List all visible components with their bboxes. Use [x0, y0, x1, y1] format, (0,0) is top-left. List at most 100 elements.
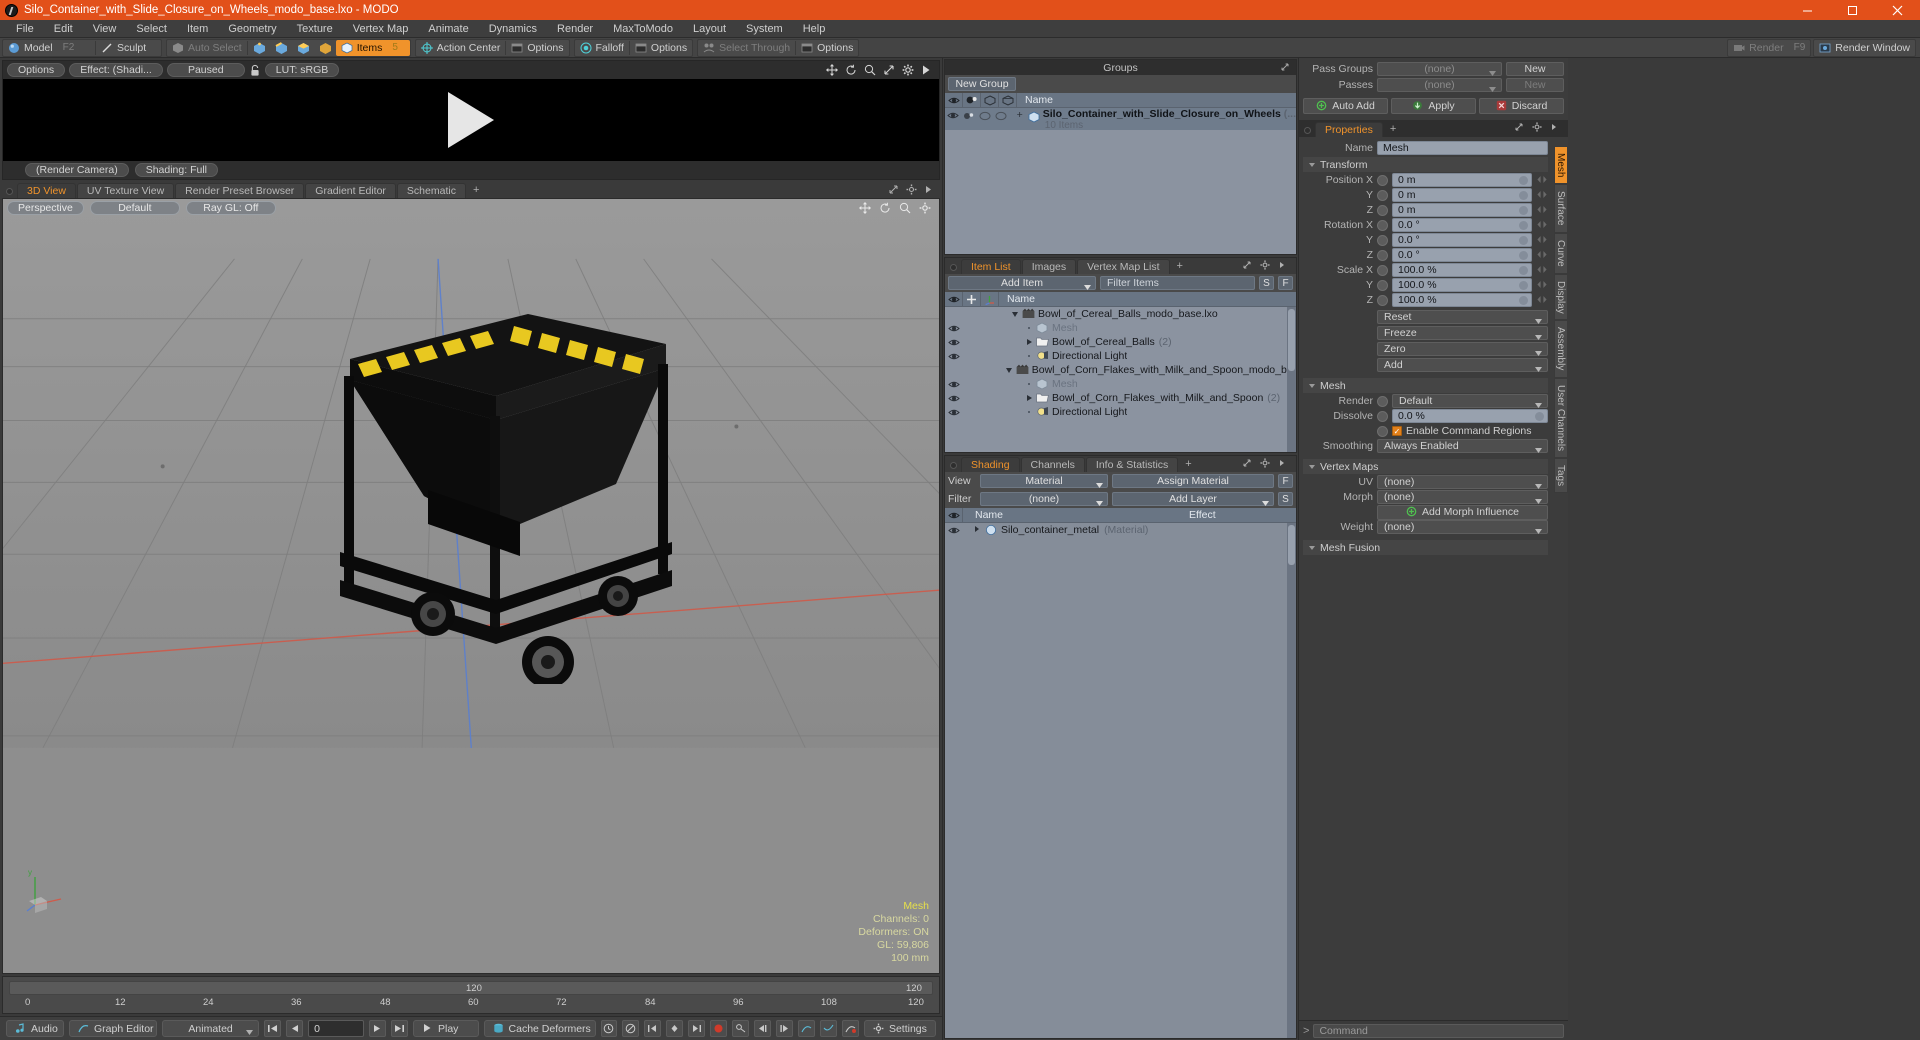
view-mode-dropdown[interactable]: Perspective — [7, 201, 84, 215]
properties-vtab-curve[interactable]: Curve — [1554, 232, 1568, 274]
transform-row-input[interactable]: 0.0 ° — [1392, 248, 1532, 262]
mesh-render-knob[interactable] — [1377, 395, 1388, 407]
col-lock-icon[interactable] — [963, 291, 981, 307]
action-center-options-button[interactable]: Options — [506, 40, 568, 56]
menu-item-maxtomodo[interactable]: MaxToModo — [603, 20, 683, 38]
assign-material-button[interactable]: Assign Material — [1112, 474, 1274, 488]
properties-vtab-display[interactable]: Display — [1554, 273, 1568, 321]
menu-item-render[interactable]: Render — [547, 20, 603, 38]
shading-s-button[interactable]: S — [1278, 492, 1293, 506]
transform-row-input[interactable]: 100.0 % — [1392, 278, 1532, 292]
select-through-button[interactable]: Select Through — [698, 40, 795, 56]
transform-row-input[interactable]: 100.0 % — [1392, 263, 1532, 277]
curve-tool-2-button[interactable] — [820, 1020, 837, 1037]
item-list-row[interactable]: Bowl_of_Corn_Flakes_with_Milk_and_Spoon_… — [945, 363, 1296, 377]
record-button[interactable] — [710, 1020, 728, 1037]
command-input[interactable]: Command — [1313, 1023, 1564, 1038]
shading-row-material[interactable]: Silo_container_metal (Material) — [945, 523, 1296, 537]
spinner-icon[interactable] — [1536, 264, 1548, 276]
material-mode-button[interactable] — [314, 40, 336, 56]
tab-shading[interactable]: Shading — [961, 457, 1020, 472]
row-render-icon[interactable] — [961, 109, 977, 121]
filter-items-input[interactable]: Filter Items — [1100, 276, 1255, 290]
row-expander[interactable] — [1023, 408, 1034, 416]
item-list-row[interactable]: Mesh — [945, 321, 1296, 335]
gear-icon[interactable] — [1260, 458, 1272, 470]
move-icon[interactable] — [859, 202, 871, 214]
menu-item-select[interactable]: Select — [126, 20, 177, 38]
enable-command-regions-checkbox[interactable]: ✓ — [1392, 426, 1402, 436]
item-list-scrollbar[interactable] — [1287, 307, 1296, 452]
value-handle-icon[interactable] — [1519, 191, 1528, 200]
tab-render-preset-browser[interactable]: Render Preset Browser — [175, 183, 305, 198]
menu-item-dynamics[interactable]: Dynamics — [479, 20, 547, 38]
transform-row-input[interactable]: 0 m — [1392, 203, 1532, 217]
properties-vtab-surface[interactable]: Surface — [1554, 184, 1568, 233]
transform-row-knob[interactable] — [1377, 204, 1388, 216]
graph-editor-button[interactable]: Graph Editor — [69, 1020, 157, 1037]
mesh-section-header[interactable]: Mesh — [1303, 378, 1548, 393]
audio-button[interactable]: Audio — [6, 1020, 64, 1037]
frame-number-input[interactable]: 0 — [308, 1020, 365, 1037]
value-handle-icon[interactable] — [1519, 296, 1528, 305]
col-axis-icon[interactable] — [981, 291, 999, 307]
clock-icon-button[interactable] — [600, 1020, 618, 1037]
key-prev-button[interactable] — [644, 1020, 662, 1037]
curve-tool-button[interactable] — [798, 1020, 816, 1037]
play-icon[interactable] — [921, 64, 933, 76]
apply-button[interactable]: Apply — [1391, 98, 1476, 114]
row-eye-icon[interactable] — [945, 394, 963, 403]
auto-select-button[interactable]: Auto Select — [167, 40, 247, 56]
transform-add-dropdown[interactable]: Add — [1377, 358, 1548, 372]
menu-item-texture[interactable]: Texture — [287, 20, 343, 38]
transform-row-knob[interactable] — [1377, 174, 1388, 186]
menu-item-animate[interactable]: Animate — [418, 20, 478, 38]
viewport-preset-dropdown[interactable]: Default — [89, 201, 180, 215]
gear-icon[interactable] — [906, 184, 918, 196]
falloff-button[interactable]: Falloff — [575, 40, 629, 56]
key-filter-button[interactable] — [732, 1020, 750, 1037]
transform-row-input[interactable]: 0.0 ° — [1392, 233, 1532, 247]
menu-item-edit[interactable]: Edit — [44, 20, 83, 38]
mesh-fusion-section-header[interactable]: Mesh Fusion — [1303, 540, 1548, 555]
chevron-right-icon[interactable] — [1550, 122, 1562, 134]
falloff-options-button[interactable]: Options — [630, 40, 692, 56]
settings-button[interactable]: Settings — [863, 1020, 936, 1037]
transform-row-knob[interactable] — [1377, 219, 1388, 231]
transform-row-knob[interactable] — [1377, 279, 1388, 291]
value-handle-icon[interactable] — [1535, 412, 1544, 421]
value-handle-icon[interactable] — [1519, 206, 1528, 215]
vertex-maps-section-header[interactable]: Vertex Maps — [1303, 459, 1548, 474]
row-eye-icon[interactable] — [945, 338, 963, 347]
preview-play-overlay-icon[interactable] — [448, 92, 494, 148]
menu-item-layout[interactable]: Layout — [683, 20, 736, 38]
mesh-dissolve-input[interactable]: 0.0 % — [1392, 409, 1548, 423]
spinner-icon[interactable] — [1536, 189, 1548, 201]
polygon-mode-button[interactable] — [292, 40, 314, 56]
lock-icon[interactable] — [249, 64, 261, 76]
tab-info-and-statistics[interactable]: Info & Statistics — [1085, 457, 1179, 472]
row-eye-icon[interactable] — [945, 324, 963, 333]
groups-list-body[interactable]: + Silo_Container_with_Slide_Closure_on_W… — [945, 108, 1296, 254]
shading-tab-menu-dot[interactable] — [950, 462, 957, 469]
transform-section-header[interactable]: Transform — [1303, 157, 1548, 172]
go-to-end-button[interactable] — [391, 1020, 408, 1037]
tab-schematic[interactable]: Schematic — [396, 183, 466, 198]
transform-row-knob[interactable] — [1377, 264, 1388, 276]
tab-item-list[interactable]: Item List — [961, 259, 1021, 274]
menu-item-file[interactable]: File — [6, 20, 44, 38]
loop-start-button[interactable] — [754, 1020, 772, 1037]
vertex-map-morph-dropdown[interactable]: (none) — [1377, 490, 1548, 504]
value-handle-icon[interactable] — [1519, 266, 1528, 275]
value-handle-icon[interactable] — [1519, 221, 1528, 230]
row-expander[interactable] — [1023, 324, 1034, 332]
shading-scrollbar[interactable] — [1287, 523, 1296, 1038]
shading-tab-add[interactable]: + — [1179, 457, 1197, 472]
curve-tool-3-button[interactable] — [842, 1020, 859, 1037]
tab-3d-view[interactable]: 3D View — [17, 183, 76, 198]
resize-icon[interactable] — [883, 64, 895, 76]
pass-groups-dropdown[interactable]: (none) — [1377, 62, 1502, 76]
zoom-icon[interactable] — [899, 202, 911, 214]
row-expander[interactable] — [1009, 310, 1020, 318]
chevron-right-icon[interactable] — [1278, 260, 1290, 272]
